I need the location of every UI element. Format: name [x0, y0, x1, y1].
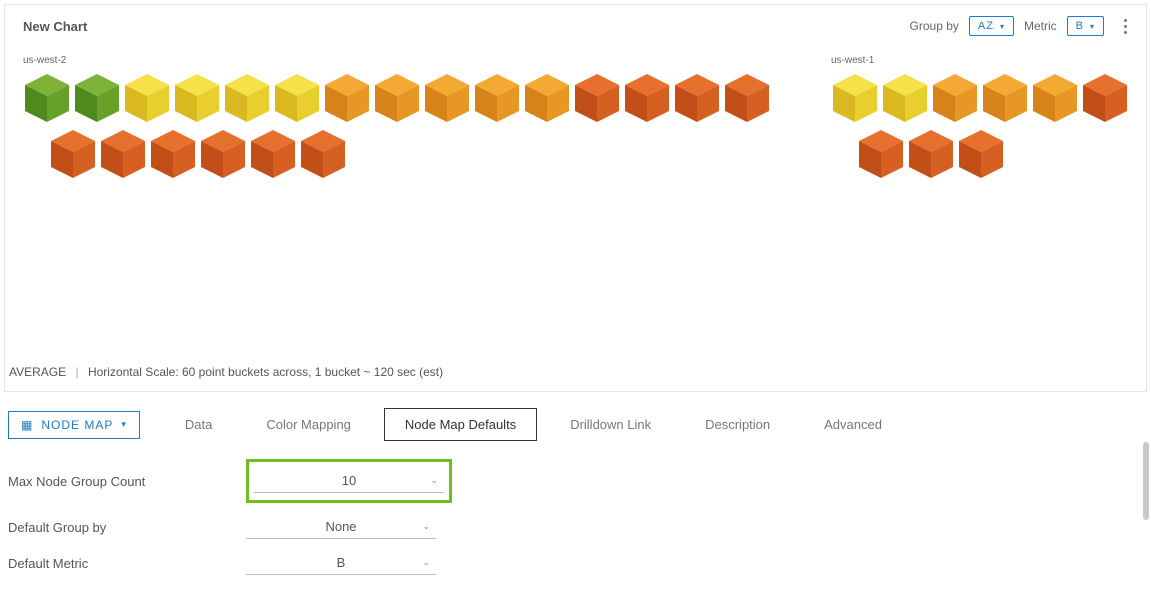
chevron-down-icon: ⌄ [422, 521, 430, 532]
chevron-down-icon: ▾ [1000, 22, 1005, 31]
chart-type-value: NODE MAP [41, 418, 113, 432]
node-cube[interactable] [673, 72, 721, 124]
footer-aggregation: AVERAGE [9, 365, 66, 379]
node-cube[interactable] [199, 128, 247, 180]
chevron-down-icon: ⌄ [430, 475, 438, 486]
footer-scale: Horizontal Scale: 60 point buckets acros… [88, 365, 443, 379]
node-cube[interactable] [423, 72, 471, 124]
cube-row [831, 72, 1129, 124]
tab-drilldown-link[interactable]: Drilldown Link [549, 408, 672, 441]
node-cube[interactable] [223, 72, 271, 124]
node-cube[interactable] [73, 72, 121, 124]
config-tabs: Data Color Mapping Node Map Defaults Drilld… [164, 408, 903, 441]
config-form: Max Node Group Count10⌄Default Group byN… [8, 449, 1147, 581]
chart-footer: AVERAGE | Horizontal Scale: 60 point buc… [5, 355, 1146, 391]
scrollbar[interactable] [1143, 442, 1149, 520]
node-cube[interactable] [623, 72, 671, 124]
form-label: Max Node Group Count [8, 474, 246, 489]
form-select[interactable]: None ⌄ [246, 515, 436, 539]
form-select-value: B [337, 555, 346, 570]
config-panel: ▦ NODE MAP ▾ Data Color Mapping Node Map D… [0, 396, 1151, 587]
form-row: Max Node Group Count 10 ⌄ [8, 453, 1147, 509]
chart-title: New Chart [23, 19, 87, 34]
node-cube[interactable] [373, 72, 421, 124]
form-label: Default Metric [8, 556, 246, 571]
form-row: Default MetricB⌄ [8, 545, 1147, 581]
cube-row [23, 72, 771, 124]
chevron-down-icon: ⌄ [422, 557, 430, 568]
node-cube[interactable] [149, 128, 197, 180]
grid-icon: ▦ [21, 418, 33, 432]
node-cube[interactable] [931, 72, 979, 124]
group-label: us-west-1 [831, 55, 1129, 66]
chevron-down-icon: ▾ [1090, 22, 1095, 31]
node-cube[interactable] [723, 72, 771, 124]
node-cube[interactable] [957, 128, 1005, 180]
node-cube[interactable] [273, 72, 321, 124]
metric-label: Metric [1024, 19, 1057, 33]
node-cube[interactable] [881, 72, 929, 124]
node-cube[interactable] [523, 72, 571, 124]
config-toolbar: ▦ NODE MAP ▾ Data Color Mapping Node Map D… [8, 402, 1147, 449]
node-cube[interactable] [1031, 72, 1079, 124]
node-cube[interactable] [831, 72, 879, 124]
tab-description[interactable]: Description [684, 408, 791, 441]
metric-value: B [1076, 20, 1084, 32]
groupby-select[interactable]: AZ ▾ [969, 16, 1014, 36]
tab-data[interactable]: Data [164, 408, 233, 441]
node-cube[interactable] [981, 72, 1029, 124]
node-cube[interactable] [1081, 72, 1129, 124]
group-label: us-west-2 [23, 55, 771, 66]
node-cube[interactable] [23, 72, 71, 124]
cube-row [49, 128, 771, 180]
form-select[interactable]: 10 ⌄ [254, 469, 444, 493]
node-cube[interactable] [299, 128, 347, 180]
form-select-value: 10 [342, 473, 356, 488]
highlighted-field: 10 ⌄ [246, 459, 452, 503]
tab-advanced[interactable]: Advanced [803, 408, 903, 441]
node-group: us-west-1 [831, 55, 1129, 180]
tab-node-map-defaults[interactable]: Node Map Defaults [384, 408, 537, 441]
form-select[interactable]: B⌄ [246, 551, 436, 575]
form-select-value: None [325, 519, 356, 534]
cube-row [857, 128, 1129, 180]
node-cube[interactable] [49, 128, 97, 180]
node-cube[interactable] [573, 72, 621, 124]
chart-type-select[interactable]: ▦ NODE MAP ▾ [8, 411, 140, 439]
node-cube[interactable] [473, 72, 521, 124]
separator: | [75, 365, 78, 379]
node-cube[interactable] [173, 72, 221, 124]
chevron-down-icon: ▾ [121, 419, 127, 430]
node-cube[interactable] [99, 128, 147, 180]
chart-body: us-west-2 [5, 45, 1146, 355]
node-cube[interactable] [857, 128, 905, 180]
node-cube[interactable] [249, 128, 297, 180]
metric-select[interactable]: B ▾ [1067, 16, 1104, 36]
tab-color-mapping[interactable]: Color Mapping [245, 408, 372, 441]
node-cube[interactable] [907, 128, 955, 180]
groupby-label: Group by [910, 19, 959, 33]
form-label: Default Group by [8, 520, 246, 535]
node-group: us-west-2 [23, 55, 771, 180]
header-controls: Group by AZ ▾ Metric B ▾ [910, 15, 1132, 37]
chart-header: New Chart Group by AZ ▾ Metric B ▾ [5, 5, 1146, 45]
groupby-value: AZ [978, 20, 994, 32]
node-cube[interactable] [323, 72, 371, 124]
form-row: Default Group by None ⌄ [8, 509, 1147, 545]
chart-panel: New Chart Group by AZ ▾ Metric B ▾ us-we… [4, 4, 1147, 392]
node-cube[interactable] [123, 72, 171, 124]
kebab-menu-icon[interactable] [1118, 15, 1132, 37]
